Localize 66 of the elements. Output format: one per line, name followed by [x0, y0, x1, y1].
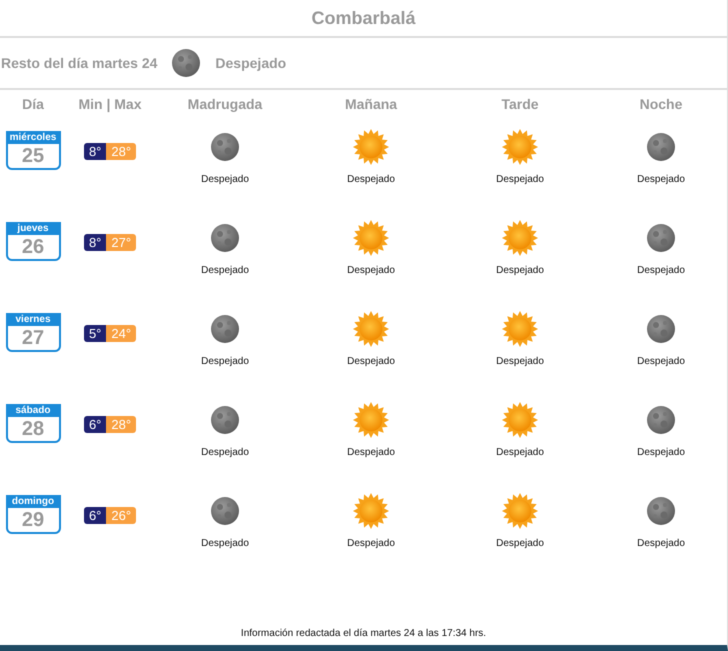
condition-text: Despejado — [496, 265, 544, 276]
condition-text: Despejado — [637, 174, 685, 185]
min-temperature: 8° — [84, 143, 106, 160]
condition-text: Despejado — [201, 265, 249, 276]
footer-note: Información redactada el día martes 24 a las 17:34 hrs. — [240, 628, 486, 639]
moon-icon — [171, 48, 202, 78]
condition-text: Despejado — [347, 447, 395, 458]
column-header: Madrugada — [186, 95, 264, 114]
column-header: Día — [21, 95, 45, 114]
condition-text: Despejado — [201, 447, 249, 458]
moon-icon — [210, 132, 240, 162]
moon-icon — [646, 132, 676, 162]
moon-icon — [210, 496, 240, 526]
sun-icon — [352, 128, 390, 166]
today-condition: Despejado — [215, 55, 286, 71]
min-temperature: 6° — [84, 416, 106, 433]
min-temperature: 6° — [84, 507, 106, 524]
sun-icon — [501, 310, 539, 348]
column-header: Noche — [638, 95, 684, 114]
max-temperature: 26° — [106, 507, 136, 524]
min-temperature: 5° — [84, 325, 106, 342]
sun-icon — [501, 219, 539, 257]
sun-icon — [352, 219, 390, 257]
condition-text: Despejado — [347, 538, 395, 549]
condition-text: Despejado — [347, 265, 395, 276]
calendar-date: miércoles 25 — [6, 131, 60, 170]
sun-icon — [501, 492, 539, 530]
max-temperature: 28° — [106, 143, 136, 160]
max-temperature: 24° — [106, 325, 136, 342]
column-header: Mañana — [344, 95, 398, 114]
sun-icon — [501, 128, 539, 166]
moon-icon — [646, 496, 676, 526]
condition-text: Despejado — [496, 538, 544, 549]
moon-icon — [210, 405, 240, 435]
sun-icon — [501, 401, 539, 439]
column-header: Tarde — [500, 95, 540, 114]
moon-icon — [646, 405, 676, 435]
condition-text: Despejado — [637, 538, 685, 549]
calendar-date: jueves 26 — [6, 222, 60, 261]
sun-icon — [352, 492, 390, 530]
moon-icon — [210, 314, 240, 344]
sun-icon — [352, 401, 390, 439]
max-temperature: 28° — [106, 416, 136, 433]
min-temperature: 8° — [84, 234, 106, 251]
condition-text: Despejado — [347, 356, 395, 367]
max-temperature: 27° — [106, 234, 136, 251]
condition-text: Despejado — [496, 447, 544, 458]
condition-text: Despejado — [201, 356, 249, 367]
moon-icon — [646, 314, 676, 344]
today-label: Resto del día martes 24 — [1, 55, 158, 71]
condition-text: Despejado — [347, 174, 395, 185]
calendar-date: domingo 29 — [6, 495, 60, 534]
column-header: Min | Max — [77, 95, 143, 114]
condition-text: Despejado — [201, 538, 249, 549]
condition-text: Despejado — [496, 356, 544, 367]
calendar-date: viernes 27 — [6, 313, 60, 352]
calendar-date: sábado 28 — [6, 404, 60, 443]
page-title: Combarbalá — [0, 0, 727, 38]
condition-text: Despejado — [637, 356, 685, 367]
condition-text: Despejado — [637, 265, 685, 276]
sun-icon — [352, 310, 390, 348]
condition-text: Despejado — [637, 447, 685, 458]
moon-icon — [646, 223, 676, 253]
condition-text: Despejado — [201, 174, 249, 185]
moon-icon — [210, 223, 240, 253]
condition-text: Despejado — [496, 174, 544, 185]
